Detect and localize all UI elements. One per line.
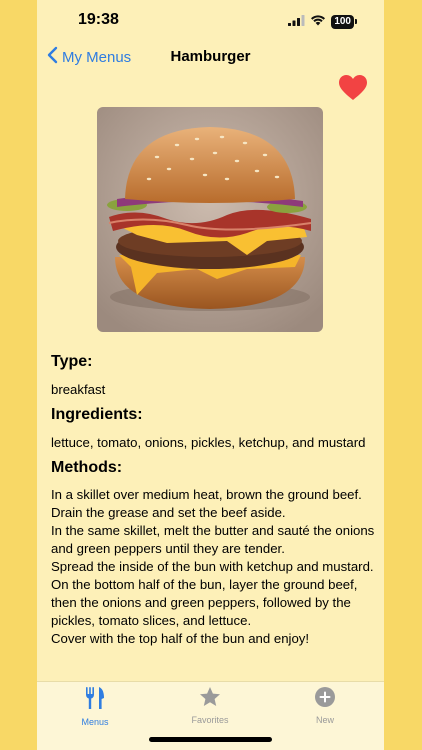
method-step: Cover with the top half of the bun and e… xyxy=(51,631,310,646)
wifi-icon xyxy=(310,13,326,31)
tab-favorites-label: Favorites xyxy=(191,715,229,725)
methods-heading: Methods: xyxy=(51,459,123,476)
tab-new-label: New xyxy=(315,715,334,725)
hamburger-photo xyxy=(97,107,323,332)
ingredients-heading: Ingredients: xyxy=(51,406,143,423)
tab-menus[interactable]: Menus xyxy=(55,686,135,727)
fork-knife-icon xyxy=(84,687,106,714)
recipe-detail-screen: 19:38 100 My Menus Hamburger Type: break… xyxy=(37,0,384,750)
home-indicator xyxy=(149,737,272,742)
method-step: On the bottom half of the bun, layer the… xyxy=(51,577,358,628)
status-time: 19:38 xyxy=(78,11,119,28)
methods-list: In a skillet over medium heat, brown the… xyxy=(51,486,376,648)
method-step: In the same skillet, melt the butter and… xyxy=(51,523,375,556)
status-indicators: 100 xyxy=(288,13,357,31)
recipe-details: Type: breakfast Ingredients: lettuce, to… xyxy=(51,352,376,648)
type-value: breakfast xyxy=(51,382,106,397)
favorite-button[interactable] xyxy=(339,75,367,106)
plus-circle-icon xyxy=(314,687,336,712)
heart-icon xyxy=(339,75,367,105)
status-bar: 19:38 100 xyxy=(37,0,384,40)
type-heading: Type: xyxy=(51,353,93,370)
method-step: In a skillet over medium heat, brown the… xyxy=(51,487,362,520)
battery-indicator: 100 xyxy=(331,15,357,29)
tab-menus-label: Menus xyxy=(81,717,109,727)
navigation-bar: My Menus Hamburger xyxy=(37,40,384,76)
tab-new[interactable]: New xyxy=(285,686,365,725)
star-icon xyxy=(199,687,221,712)
tab-favorites[interactable]: Favorites xyxy=(170,686,250,725)
signal-icon xyxy=(288,13,305,31)
ingredients-value: lettuce, tomato, onions, pickles, ketchu… xyxy=(51,435,366,450)
method-step: Spread the inside of the bun with ketchu… xyxy=(51,559,374,574)
page-title: Hamburger xyxy=(170,48,251,65)
